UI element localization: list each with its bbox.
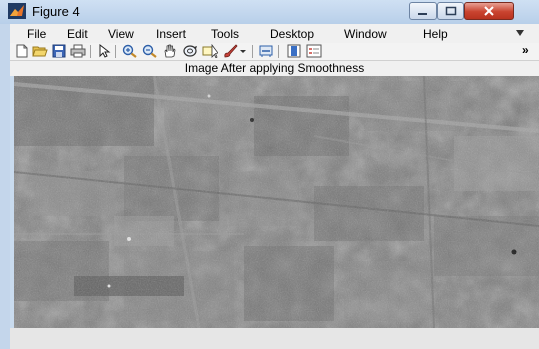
new-figure-icon[interactable] (14, 44, 30, 58)
window-frame-left (0, 24, 10, 349)
figure-title: Image After applying Smoothness (10, 61, 539, 76)
figure-toolbar: » (10, 43, 539, 61)
window-title: Figure 4 (32, 4, 80, 19)
data-cursor-icon[interactable] (202, 44, 218, 58)
menu-file[interactable]: File (27, 27, 46, 41)
menu-help[interactable]: Help (423, 27, 448, 41)
toolbar-separator (278, 45, 279, 58)
zoom-out-icon[interactable] (142, 44, 158, 58)
edit-plot-icon[interactable] (96, 44, 112, 58)
menu-tools[interactable]: Tools (211, 27, 239, 41)
menu-view[interactable]: View (108, 27, 134, 41)
matlab-icon (8, 3, 26, 19)
menu-insert[interactable]: Insert (156, 27, 186, 41)
link-plot-icon[interactable] (258, 44, 274, 58)
title-bar[interactable]: Figure 4 (0, 0, 539, 24)
toolbar-separator (90, 45, 91, 58)
toolbar-overflow-button[interactable]: » (522, 43, 529, 57)
brush-dropdown-icon[interactable] (238, 44, 248, 58)
colorbar-icon[interactable] (286, 44, 302, 58)
figure-bottom-bar (10, 328, 539, 349)
print-icon[interactable] (70, 44, 86, 58)
pan-icon[interactable] (162, 44, 178, 58)
menu-window[interactable]: Window (344, 27, 387, 41)
menu-edit[interactable]: Edit (67, 27, 88, 41)
satellite-image (14, 76, 539, 328)
toolbar-separator (252, 45, 253, 58)
toolbar-separator (115, 45, 116, 58)
rotate-3d-icon[interactable] (182, 44, 198, 58)
legend-icon[interactable] (306, 44, 322, 58)
zoom-in-icon[interactable] (122, 44, 138, 58)
minimize-button[interactable] (409, 2, 437, 20)
close-button[interactable] (464, 2, 514, 20)
brush-icon[interactable] (222, 44, 238, 58)
axes-image[interactable] (14, 76, 539, 328)
open-file-icon[interactable] (32, 44, 48, 58)
maximize-button[interactable] (437, 2, 464, 20)
save-icon[interactable] (51, 44, 67, 58)
close-icon (484, 6, 494, 16)
minimize-icon (418, 13, 427, 15)
maximize-icon (445, 6, 456, 16)
figure-window: Figure 4 File Edit View Insert Tools Des… (0, 0, 539, 349)
menu-bar: File Edit View Insert Tools Desktop Wind… (10, 24, 539, 43)
menu-dock-arrow-icon[interactable] (515, 28, 525, 38)
menu-desktop[interactable]: Desktop (270, 27, 314, 41)
